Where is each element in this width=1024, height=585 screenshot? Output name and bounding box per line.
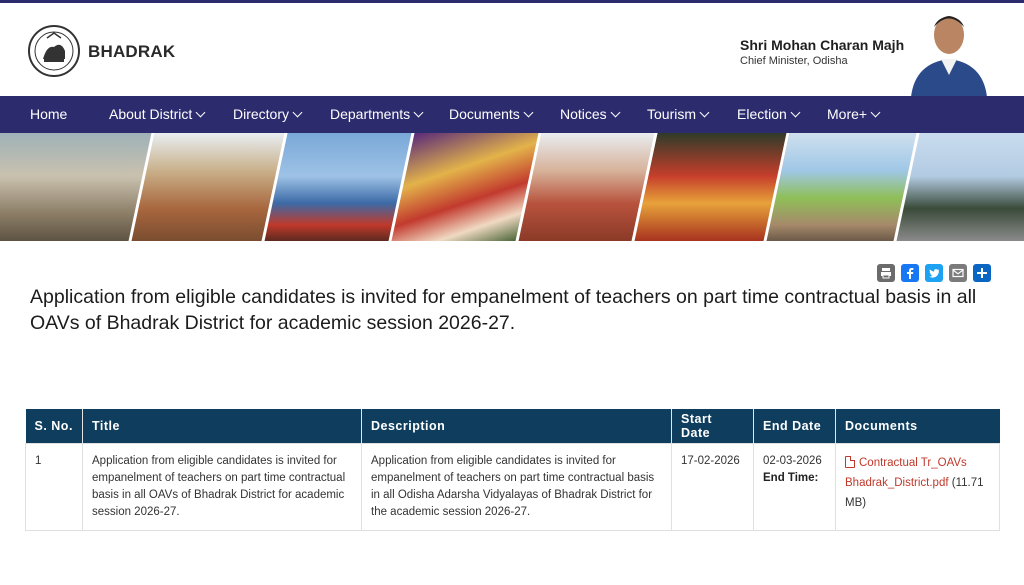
nav-item-election[interactable]: Election (737, 96, 801, 133)
chief-minister-name: Shri Mohan Charan Majhi (740, 37, 909, 53)
column-header-title: Title (82, 409, 362, 443)
twitter-icon[interactable] (925, 264, 943, 282)
column-header-start-date: Start Date (671, 409, 754, 443)
table-header-row: S. No. Title Description Start Date End … (25, 409, 1000, 443)
site-name[interactable]: BHADRAK (88, 42, 175, 62)
nav-item-departments[interactable]: Departments (330, 96, 424, 133)
chief-minister-title: Chief Minister, Odisha (740, 55, 848, 67)
table-row: 1 Application from eligible candidates i… (25, 442, 1000, 531)
nav-label: Documents (449, 106, 520, 122)
document-download-link[interactable]: Contractual Tr_OAVs Bhadrak_District.pdf (845, 457, 967, 489)
nav-item-directory[interactable]: Directory (233, 96, 303, 133)
nav-label: Election (737, 106, 787, 122)
odisha-emblem-logo[interactable] (27, 23, 81, 79)
district-banner-collage (0, 133, 1024, 241)
chevron-down-icon (870, 107, 881, 118)
chief-minister-photo (905, 5, 991, 97)
email-icon[interactable] (949, 264, 967, 282)
end-time-label: End Time: (763, 471, 819, 484)
nav-label: Tourism (647, 106, 697, 122)
nav-label: About District (109, 106, 193, 122)
chevron-down-icon (523, 107, 534, 118)
share-plus-icon[interactable] (973, 264, 991, 282)
cell-documents: Contractual Tr_OAVs Bhadrak_District.pdf… (835, 442, 1000, 531)
facebook-icon[interactable] (901, 264, 919, 282)
nav-label: Notices (560, 106, 607, 122)
cell-end-date: 02-03-2026 End Time: (753, 442, 836, 531)
column-header-end-date: End Date (753, 409, 836, 443)
column-header-description: Description (361, 409, 672, 443)
chevron-down-icon (790, 107, 801, 118)
chevron-down-icon (413, 107, 424, 118)
cell-description: Application from eligible candidates is … (361, 442, 672, 531)
nav-item-tourism[interactable]: Tourism (647, 96, 710, 133)
column-header-documents: Documents (835, 409, 1000, 443)
main-navigation: Home About District Directory Department… (0, 96, 1024, 133)
chevron-down-icon (699, 107, 710, 118)
chevron-down-icon (195, 107, 206, 118)
nav-label: Home (30, 106, 68, 122)
print-icon[interactable] (877, 264, 895, 282)
nav-label: More+ (827, 106, 868, 122)
pdf-file-icon (845, 455, 855, 468)
cell-title: Application from eligible candidates is … (82, 442, 362, 531)
nav-label: Departments (330, 106, 411, 122)
notices-table: S. No. Title Description Start Date End … (25, 409, 1000, 531)
nav-item-home[interactable]: Home (30, 96, 67, 133)
chevron-down-icon (292, 107, 303, 118)
column-header-sno: S. No. (25, 409, 83, 443)
page-title: Application from eligible candidates is … (30, 286, 977, 334)
nav-label: Directory (233, 106, 290, 122)
banner-tower-image (893, 133, 1024, 241)
nav-item-about-district[interactable]: About District (109, 96, 206, 133)
nav-item-documents[interactable]: Documents (449, 96, 534, 133)
cell-start-date: 17-02-2026 (671, 442, 754, 531)
chevron-down-icon (610, 107, 621, 118)
site-header: BHADRAK Shri Mohan Charan Majhi Chief Mi… (0, 3, 1024, 97)
cell-sno: 1 (25, 442, 83, 531)
nav-item-notices[interactable]: Notices (560, 96, 621, 133)
nav-item-more[interactable]: More+ (827, 96, 881, 133)
share-toolbar (877, 264, 993, 282)
end-date-value: 02-03-2026 (763, 454, 822, 467)
